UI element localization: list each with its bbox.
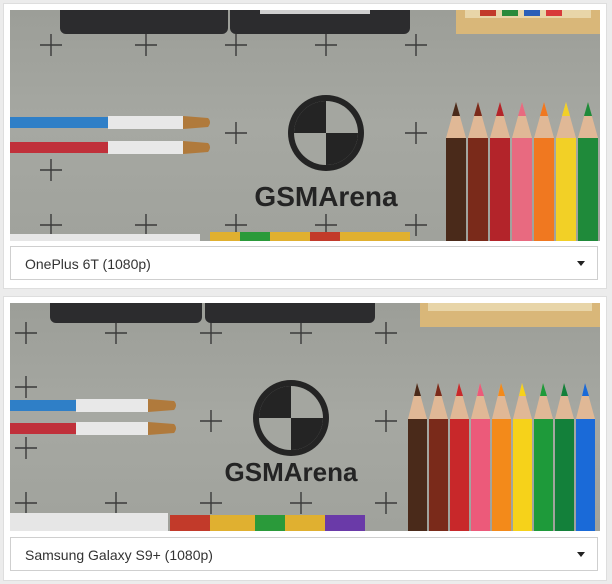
test-chart-image: GSMArena xyxy=(10,303,600,531)
test-chart-image: GSMArena xyxy=(10,10,600,241)
logo-text: GSMArena xyxy=(254,181,398,212)
caret-down-icon xyxy=(577,261,585,266)
comparison-panel-samsung: GSMArena Samsung Galaxy S9+ (1080p) xyxy=(4,297,606,580)
device-select-value: Samsung Galaxy S9+ (1080p) xyxy=(25,547,213,563)
device-select[interactable]: OnePlus 6T (1080p) xyxy=(10,246,598,280)
colored-pencils xyxy=(408,383,595,531)
comparison-panel-oneplus: GSMArena OnePlus 6T (1080p) xyxy=(4,4,606,288)
device-select-value: OnePlus 6T (1080p) xyxy=(25,256,151,272)
logo-text: GSMArena xyxy=(225,457,358,487)
caret-down-icon xyxy=(577,552,585,557)
sample-photo: GSMArena xyxy=(10,303,600,531)
sample-photo: GSMArena xyxy=(10,10,600,241)
colored-pencils xyxy=(446,102,598,241)
device-select[interactable]: Samsung Galaxy S9+ (1080p) xyxy=(10,537,598,571)
